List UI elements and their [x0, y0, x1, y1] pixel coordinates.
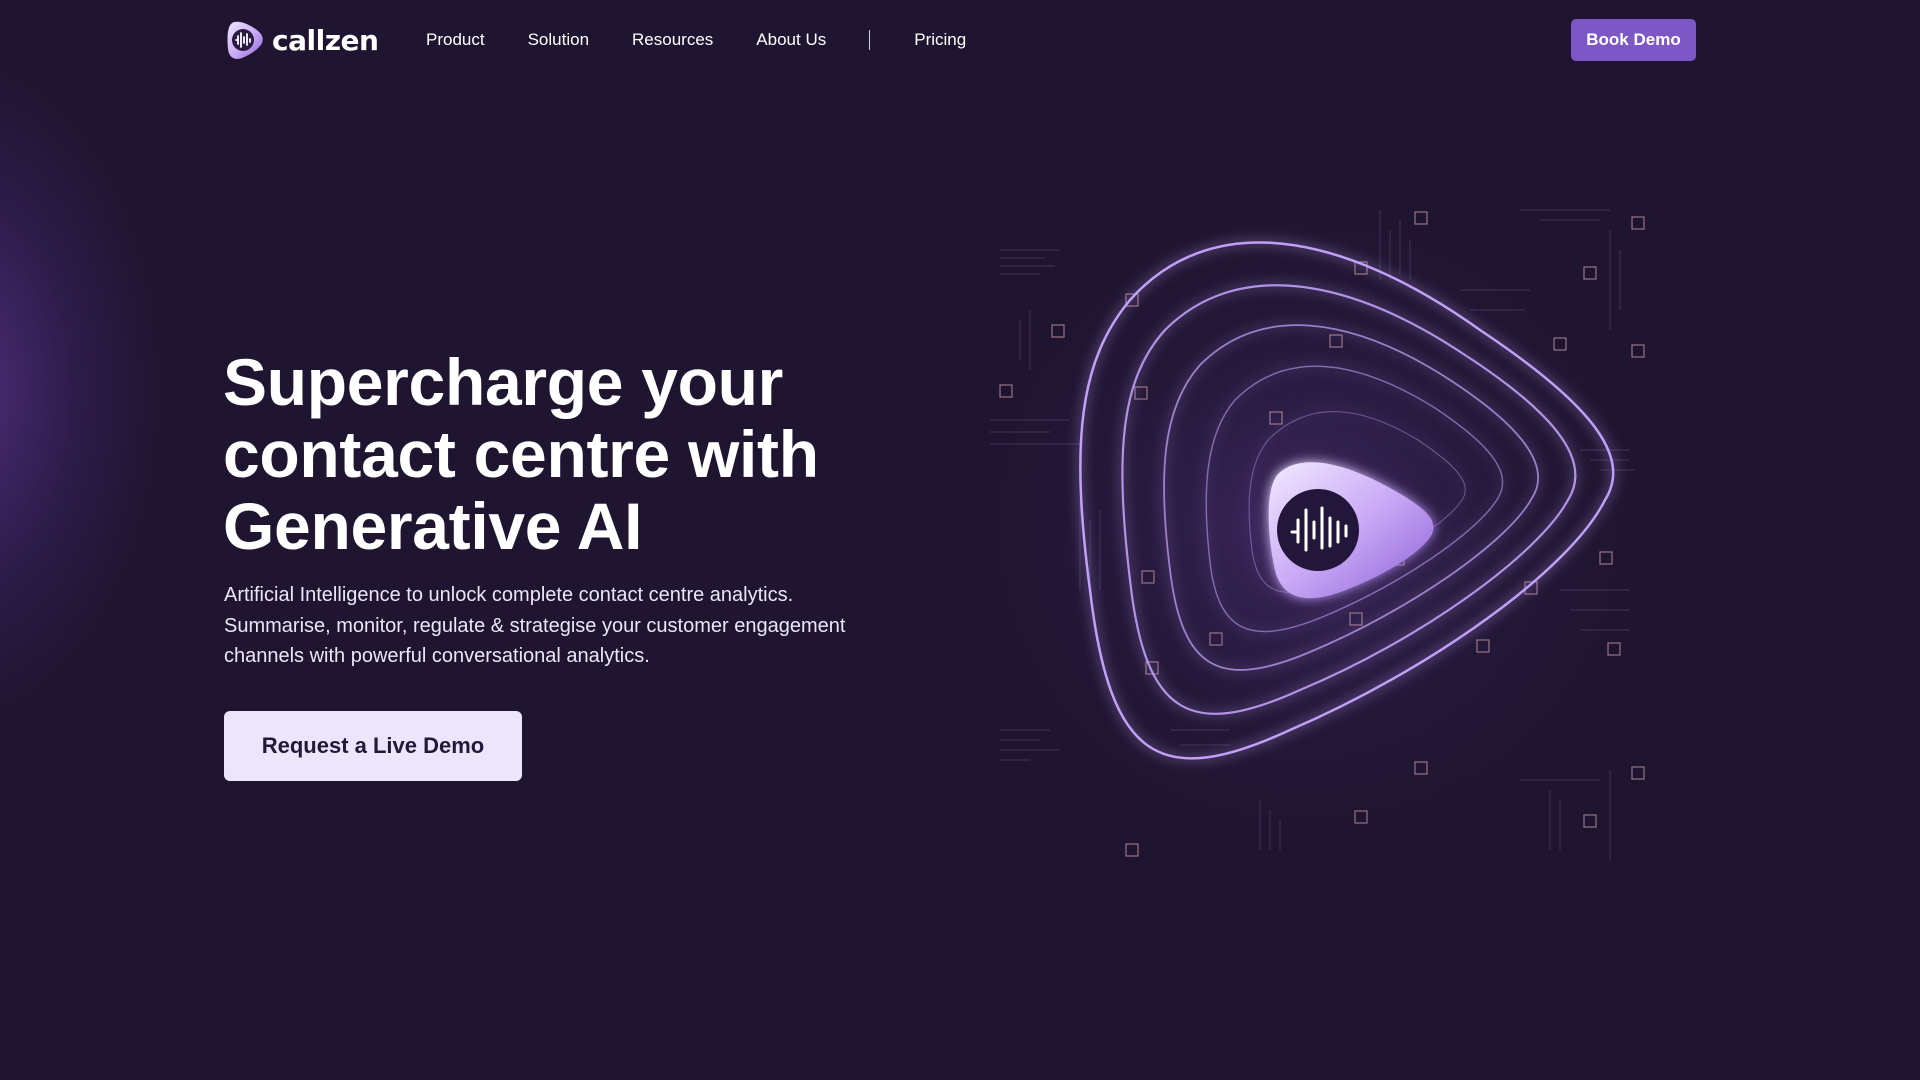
site-header: callzen Product Solution Resources About… [224, 18, 1696, 62]
book-demo-button[interactable]: Book Demo [1571, 19, 1696, 61]
callzen-logo-icon [227, 21, 263, 59]
hero-subtitle-line: channels with powerful conversational an… [224, 645, 650, 667]
landing-page: callzen Product Solution Resources About… [0, 0, 1920, 1080]
hero-title: Supercharge your contact centre with Gen… [223, 346, 903, 562]
nav-item-about-us[interactable]: About Us [756, 30, 826, 50]
background-glow [0, 60, 160, 720]
main-nav: Product Solution Resources About Us Pric… [426, 18, 1009, 62]
hero-title-line: contact centre with [223, 417, 819, 491]
request-live-demo-button[interactable]: Request a Live Demo [224, 711, 522, 781]
hero-title-line: Generative AI [223, 489, 643, 563]
nav-divider [869, 30, 871, 50]
nav-item-product[interactable]: Product [426, 30, 485, 50]
nav-item-solution[interactable]: Solution [528, 30, 589, 50]
hero-subtitle: Artificial Intelligence to unlock comple… [224, 580, 914, 672]
nav-item-pricing[interactable]: Pricing [914, 30, 966, 50]
hero-title-line: Supercharge your [223, 345, 784, 419]
brand-logo-link[interactable]: callzen [224, 18, 379, 62]
hero-subtitle-line: Artificial Intelligence to unlock comple… [224, 584, 794, 606]
brand-name: callzen [272, 23, 379, 57]
nav-item-resources[interactable]: Resources [632, 30, 713, 50]
glowing-waveform-icon [960, 170, 1700, 880]
hero-subtitle-line: Summarise, monitor, regulate & strategis… [224, 614, 846, 637]
